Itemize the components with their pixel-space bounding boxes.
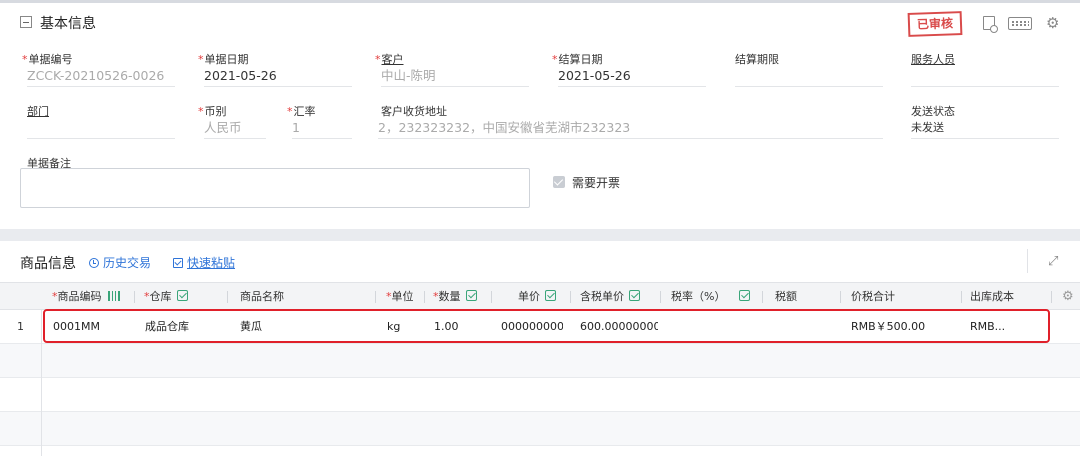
customer-field[interactable]: 中山-陈明 [381, 65, 529, 87]
section-title-basic: 基本信息 [40, 16, 96, 32]
col-separator [491, 291, 492, 303]
col-separator [227, 291, 228, 303]
grid-header: *商品编码 *仓库 商品名称 *单位 *数量 单价 含税单价 税率（%） 税额 … [0, 282, 1080, 310]
settle-period-field[interactable] [735, 65, 883, 87]
document-search-icon[interactable] [983, 16, 998, 33]
col-header-warehouse[interactable]: *仓库 [144, 283, 188, 311]
clock-icon [89, 258, 99, 268]
col-header-unit[interactable]: *单位 [386, 283, 414, 311]
col-separator [570, 291, 571, 303]
col-header-cost[interactable]: 出库成本 [970, 283, 1014, 311]
col-header-price[interactable]: 单价 [518, 283, 556, 311]
quick-paste-link[interactable]: 快速粘贴 [173, 254, 235, 271]
col-header-total[interactable]: 价税合计 [851, 283, 895, 311]
department-field[interactable] [27, 117, 175, 139]
gear-icon[interactable]: ⚙ [1046, 16, 1059, 31]
table-row-empty[interactable] [0, 378, 1080, 412]
col-separator [424, 291, 425, 303]
doc-date-field[interactable]: 2021-05-26 [204, 65, 352, 87]
need-invoice-checkbox[interactable] [553, 176, 565, 188]
col-separator [840, 291, 841, 303]
collapse-icon[interactable] [20, 16, 32, 28]
col-separator [375, 291, 376, 303]
col-header-qty[interactable]: *数量 [433, 283, 477, 311]
col-separator [660, 291, 661, 303]
table-row-empty[interactable] [0, 412, 1080, 446]
expand-icon[interactable]: ⤢ [1048, 255, 1061, 268]
col-header-tax-rate[interactable]: 税率（%） [671, 283, 751, 311]
batch-edit-icon[interactable] [176, 290, 188, 301]
col-header-code[interactable]: *商品编码 [52, 283, 120, 311]
batch-edit-icon[interactable] [545, 290, 556, 301]
section-title-goods: 商品信息 [20, 256, 76, 272]
batch-edit-icon[interactable] [465, 290, 477, 301]
keyboard-icon[interactable] [1008, 17, 1032, 30]
currency-field[interactable]: 人民币 [204, 117, 266, 139]
batch-edit-icon[interactable] [739, 290, 751, 301]
col-header-name[interactable]: 商品名称 [240, 283, 284, 311]
batch-edit-icon[interactable] [629, 290, 640, 301]
remark-textarea[interactable] [20, 168, 530, 208]
goods-info-panel: 商品信息 历史交易 快速粘贴 ⤢ *商品编码 *仓库 商品名称 *单位 *数量 … [0, 241, 1080, 456]
column-settings-gear-icon[interactable]: ⚙ [1062, 283, 1074, 311]
row-highlight-annotation [43, 309, 1050, 343]
basic-info-panel: 基本信息 已审核 ⚙ *单据编号 ZCCK-20210526-0026 *单据日… [0, 3, 1080, 229]
approved-stamp: 已审核 [907, 11, 963, 37]
col-separator [134, 291, 135, 303]
table-row-empty[interactable] [0, 344, 1080, 378]
send-status-field: 未发送 [911, 117, 1059, 139]
service-staff-field[interactable] [911, 65, 1059, 87]
paste-icon [173, 258, 183, 268]
address-field[interactable]: 2，232323232，中国安徽省芜湖市232323 [378, 117, 883, 139]
row-number-column [0, 310, 42, 456]
col-header-tax-price[interactable]: 含税单价 [580, 283, 640, 311]
barcode-icon[interactable] [107, 291, 120, 301]
need-invoice-label: 需要开票 [572, 176, 621, 190]
toolbar-divider [1027, 249, 1028, 273]
settle-date-field[interactable]: 2021-05-26 [558, 65, 706, 87]
history-trade-link[interactable]: 历史交易 [89, 254, 151, 271]
doc-no-field[interactable]: ZCCK-20210526-0026 [27, 65, 175, 87]
col-separator [762, 291, 763, 303]
col-separator [961, 291, 962, 303]
col-separator [1051, 291, 1052, 303]
exchange-rate-field[interactable]: 1 [292, 117, 352, 139]
col-header-tax-amount[interactable]: 税额 [775, 283, 797, 311]
